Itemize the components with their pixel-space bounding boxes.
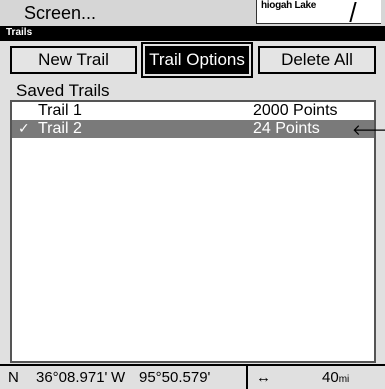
saved-trails-label: Saved Trails [16,81,110,100]
trail-name: Trail 2 [38,120,82,137]
screen-menu[interactable]: Screen... [24,3,96,24]
window-title-bar: Trails [0,26,385,41]
trail-row-1[interactable]: Trail 1 2000 Points [12,102,374,120]
trail-options-button[interactable]: Trail Options [141,42,253,78]
latitude-direction: N [8,369,19,386]
delete-all-button[interactable]: Delete All [258,46,376,74]
map-track-line [349,2,357,22]
status-divider [246,366,248,389]
window-title: Trails [6,27,33,38]
distance-readout: 40mi [322,369,349,386]
distance-icon: ↔ [256,369,271,386]
trail-row-2[interactable]: ✓ Trail 2 24 Points 🡐 [12,120,385,139]
saved-trails-list[interactable]: Trail 1 2000 Points ✓ Trail 2 24 Points … [10,100,385,363]
new-trail-button[interactable]: New Trail [10,46,137,74]
trail-points: 24 Points [253,120,320,137]
map-overview: hiogah Lake [256,0,381,24]
trail-name: Trail 1 [38,102,82,119]
arrow-left-icon: 🡐 [352,122,385,139]
top-bar: Screen... hiogah Lake [0,0,385,26]
distance-value: 40 [322,369,339,386]
map-lake-label: hiogah Lake [261,0,317,11]
longitude-value: 95°50.579' [139,369,211,386]
checkmark-icon: ✓ [18,120,30,136]
longitude-direction: W [111,369,126,386]
trails-panel: New Trail Trail Options Delete All Saved… [0,41,385,389]
trail-points: 2000 Points [253,102,338,119]
latitude-value: 36°08.971' [36,369,108,386]
distance-unit: mi [338,374,350,385]
status-bar: N 36°08.971' W 95°50.579' ↔ 40mi [0,364,385,389]
